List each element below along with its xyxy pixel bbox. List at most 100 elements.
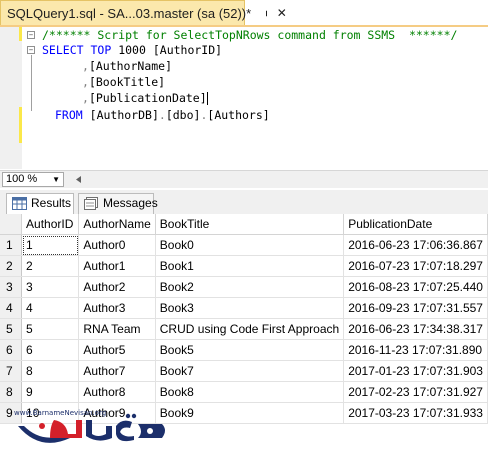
site-logo: www.BarnameNevisan.org (10, 404, 170, 454)
table-row[interactable]: 7 8 Author7 Book7 2017-01-23 17:07:31.903 (0, 360, 488, 382)
row-number[interactable]: 6 (0, 339, 23, 361)
comma: , (82, 75, 89, 89)
table-row[interactable]: 8 9 Author8 Book8 2017-02-23 17:07:31.927 (0, 381, 488, 403)
row-number[interactable]: 7 (0, 360, 23, 382)
cell-authorname[interactable]: Author8 (78, 381, 156, 403)
cell-authorname[interactable]: Author5 (78, 339, 156, 361)
zoom-dropdown[interactable]: 100 % ▼ (2, 172, 64, 187)
cell-publicationdate[interactable]: 2016-08-23 17:07:25.440 (343, 276, 488, 298)
code-line-from: FROM [AuthorDB].[dbo].[Authors] (55, 108, 270, 123)
cell-publicationdate[interactable]: 2016-09-23 17:07:31.557 (343, 297, 488, 319)
collapse-toggle[interactable]: – (27, 31, 35, 40)
cell-authorid[interactable]: 5 (21, 318, 80, 340)
cell-authorid[interactable]: 9 (21, 381, 80, 403)
cell-booktitle[interactable]: Book1 (155, 255, 345, 277)
messages-icon (84, 197, 98, 210)
collapse-toggle[interactable]: – (27, 46, 35, 55)
column-header-authorid[interactable]: AuthorID (21, 214, 80, 235)
document-tab-title: SQLQuery1.sql - SA...03.master (sa (52))… (7, 5, 252, 21)
cell-authorname[interactable]: Author7 (78, 360, 156, 382)
change-indicator (19, 27, 22, 41)
cell-authorname[interactable]: Author1 (78, 255, 156, 277)
cell-authorid[interactable]: 2 (21, 255, 80, 277)
cell-booktitle[interactable]: Book0 (155, 234, 345, 256)
top-value: 1000 (118, 43, 146, 57)
column-header-authorname[interactable]: AuthorName (78, 214, 156, 235)
cell-authorid[interactable]: 1 (21, 234, 80, 256)
cell-booktitle[interactable]: Book5 (155, 339, 345, 361)
cell-booktitle[interactable]: Book3 (155, 297, 345, 319)
code-line-col3: ,[BookTitle] (82, 75, 165, 90)
column-booktitle: [BookTitle] (88, 75, 166, 89)
cell-authorname[interactable]: Author3 (78, 297, 156, 319)
results-table: AuthorID AuthorName BookTitle Publicatio… (0, 214, 488, 424)
cell-publicationdate[interactable]: 2017-01-23 17:07:31.903 (343, 360, 488, 382)
row-number[interactable]: 1 (0, 234, 23, 256)
table-db: [AuthorDB] (89, 108, 159, 122)
column-authorname: [AuthorName] (88, 59, 173, 73)
corner-cell[interactable] (0, 214, 23, 235)
cell-authorid[interactable]: 4 (21, 297, 80, 319)
cell-authorid[interactable]: 6 (21, 339, 80, 361)
close-icon[interactable]: ✕ (277, 6, 287, 20)
row-number[interactable]: 5 (0, 318, 23, 340)
keyword-select: SELECT (42, 43, 84, 57)
query-editor[interactable]: – – /****** Script for SelectTopNRows co… (0, 27, 488, 169)
keyword-from: FROM (55, 108, 83, 122)
table-row[interactable]: 3 3 Author2 Book2 2016-08-23 17:07:25.440 (0, 276, 488, 298)
cell-booktitle[interactable]: Book7 (155, 360, 345, 382)
pin-icon[interactable]: ⎯ (259, 10, 272, 16)
cell-booktitle[interactable]: CRUD using Code First Approach (155, 318, 345, 340)
tab-results-label: Results (31, 196, 72, 210)
table-row[interactable]: 6 6 Author5 Book5 2016-11-23 17:07:31.890 (0, 339, 488, 361)
row-number[interactable]: 3 (0, 276, 23, 298)
cell-publicationdate[interactable]: 2017-02-23 17:07:31.927 (343, 381, 488, 403)
table-row[interactable]: 1 1 Author0 Book0 2016-06-23 17:06:36.867 (0, 234, 488, 256)
logo-url: www.BarnameNevisan.org (14, 409, 106, 417)
cell-authorid[interactable]: 8 (21, 360, 80, 382)
column-authorid: [AuthorID] (152, 43, 223, 57)
tab-results[interactable]: Results (6, 193, 74, 214)
zoom-bar: 100 % ▼ (0, 170, 488, 188)
text-caret (206, 92, 208, 105)
sql-comment: /****** Script for SelectTopNRows comman… (42, 28, 458, 42)
row-number[interactable]: 8 (0, 381, 23, 403)
code-line-col2: ,[AuthorName] (82, 59, 172, 74)
code-line-comment: /****** Script for SelectTopNRows comman… (42, 28, 457, 43)
dot: . (158, 108, 166, 122)
header-row: AuthorID AuthorName BookTitle Publicatio… (0, 214, 488, 235)
editor-margin (0, 27, 22, 169)
table-name: [Authors] (207, 108, 270, 122)
comma: , (82, 91, 89, 105)
column-header-booktitle[interactable]: BookTitle (155, 214, 345, 235)
cell-publicationdate[interactable]: 2016-11-23 17:07:31.890 (343, 339, 488, 361)
tab-messages[interactable]: Messages (78, 193, 158, 214)
document-tab[interactable]: SQLQuery1.sql - SA...03.master (sa (52))… (0, 0, 287, 25)
cell-authorname[interactable]: Author0 (78, 234, 156, 256)
cell-publicationdate[interactable]: 2016-06-23 17:34:38.317 (343, 318, 488, 340)
cell-publicationdate[interactable]: 2016-07-23 17:07:18.297 (343, 255, 488, 277)
cell-authorname[interactable]: RNA Team (78, 318, 156, 340)
logo-graphic: www.BarnameNevisan.org (14, 409, 165, 443)
cell-booktitle[interactable]: Book8 (155, 381, 345, 403)
cell-publicationdate[interactable]: 2017-03-23 17:07:31.933 (343, 402, 488, 424)
table-row[interactable]: 2 2 Author1 Book1 2016-07-23 17:07:18.297 (0, 255, 488, 277)
cell-publicationdate[interactable]: 2016-06-23 17:06:36.867 (343, 234, 488, 256)
table-row[interactable]: 5 5 RNA Team CRUD using Code First Approach… (0, 318, 488, 340)
cell-booktitle[interactable]: Book9 (155, 402, 345, 424)
code-line-select: SELECT TOP 1000 [AuthorID] (42, 43, 222, 58)
cell-booktitle[interactable]: Book2 (155, 276, 345, 298)
column-header-publicationdate[interactable]: PublicationDate (343, 214, 488, 235)
row-number[interactable]: 4 (0, 297, 23, 319)
change-indicator (19, 107, 22, 143)
cell-authorname[interactable]: Author2 (78, 276, 156, 298)
comma: , (82, 59, 89, 73)
tab-messages-label: Messages (103, 196, 158, 210)
column-publicationdate: [PublicationDate] (88, 91, 207, 105)
chevron-down-icon[interactable]: ▼ (52, 173, 60, 186)
results-grid[interactable]: AuthorID AuthorName BookTitle Publicatio… (0, 214, 488, 424)
cell-authorid[interactable]: 3 (21, 276, 80, 298)
scroll-left-icon[interactable] (70, 175, 88, 184)
table-row[interactable]: 4 4 Author3 Book3 2016-09-23 17:07:31.557 (0, 297, 488, 319)
row-number[interactable]: 2 (0, 255, 23, 277)
